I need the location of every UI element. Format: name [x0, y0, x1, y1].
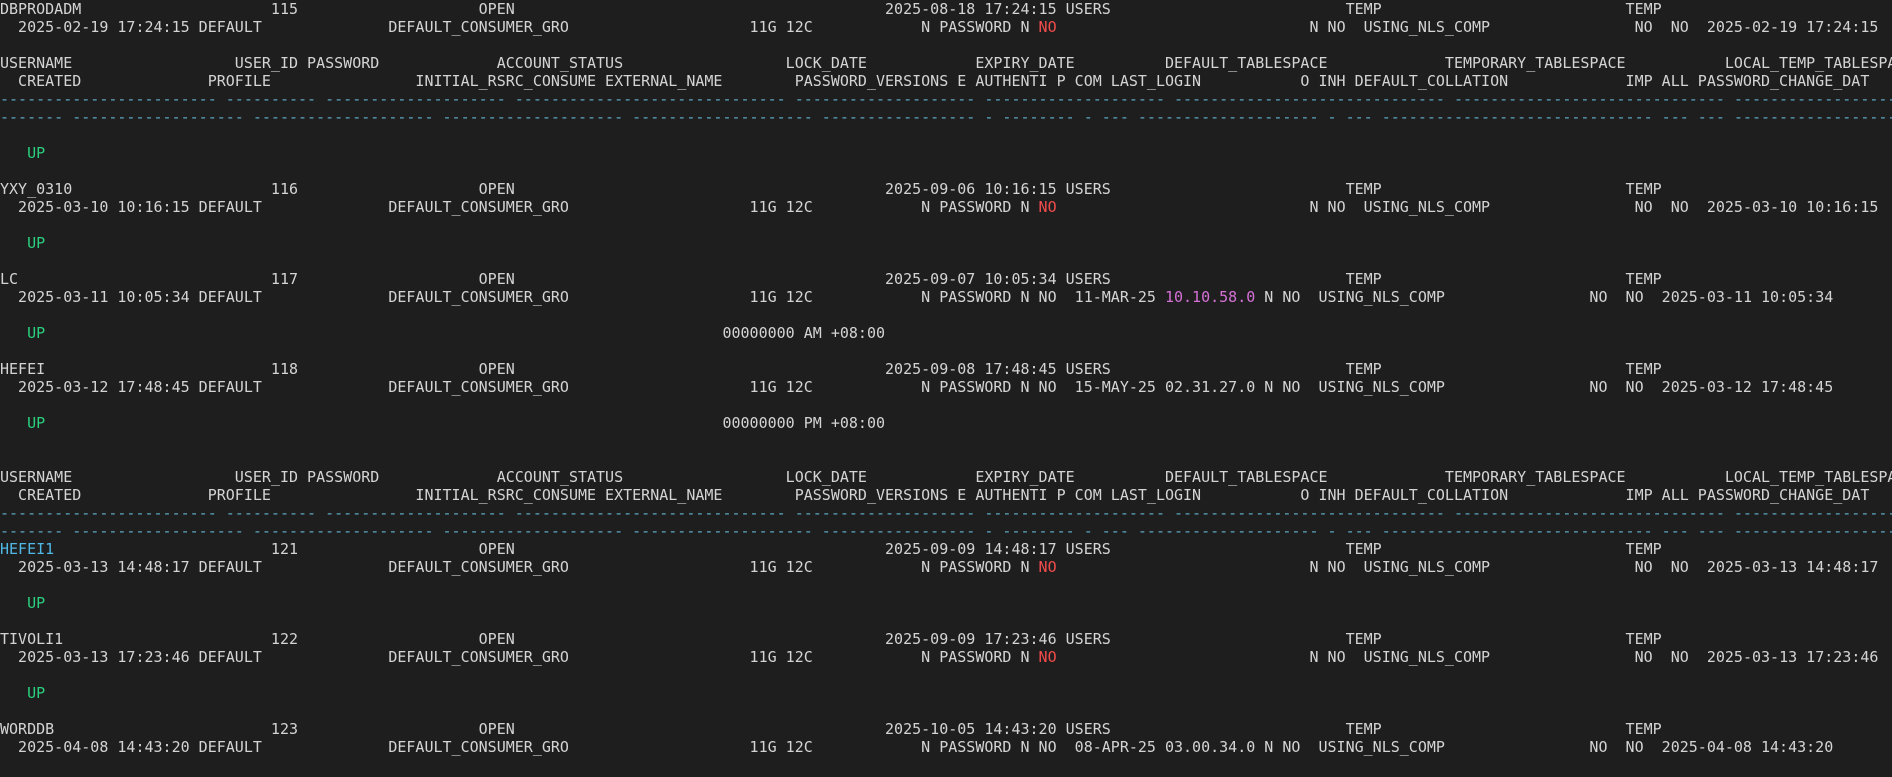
terminal-text: TIVOLI1 122 OPEN 2025-09-09 17:23:46 USE… — [0, 630, 1662, 648]
terminal-output[interactable]: DBPRODADM 115 OPEN 2025-08-18 17:24:15 U… — [0, 0, 1892, 777]
terminal-text: CREATED PROFILE INITIAL_RSRC_CONSUME EXT… — [0, 486, 1870, 504]
highlight-text-green: UP — [27, 594, 46, 612]
terminal-line: 2025-03-13 17:23:46 DEFAULT DEFAULT_CONS… — [0, 648, 1892, 666]
highlight-text-red: NO — [1038, 558, 1057, 576]
terminal-line: 2025-02-19 17:24:15 DEFAULT DEFAULT_CONS… — [0, 18, 1892, 36]
terminal-text: 2025-03-11 10:05:34 DEFAULT DEFAULT_CONS… — [0, 288, 1165, 306]
terminal-line: YXY_0310 116 OPEN 2025-09-06 10:16:15 US… — [0, 180, 1892, 198]
terminal-line: LC 117 OPEN 2025-09-07 10:05:34 USERS TE… — [0, 270, 1892, 288]
terminal-text: HEFEI 118 OPEN 2025-09-08 17:48:45 USERS… — [0, 360, 1662, 378]
terminal-line: 2025-03-11 10:05:34 DEFAULT DEFAULT_CONS… — [0, 288, 1892, 306]
terminal-line: USERNAME USER_ID PASSWORD ACCOUNT_STATUS… — [0, 468, 1892, 486]
terminal-line: HEFEI 118 OPEN 2025-09-08 17:48:45 USERS… — [0, 360, 1892, 378]
terminal-text: 2025-04-08 14:43:20 DEFAULT DEFAULT_CONS… — [0, 738, 1834, 756]
terminal-line: DBPRODADM 115 OPEN 2025-08-18 17:24:15 U… — [0, 0, 1892, 18]
highlight-text-green: UP — [27, 324, 46, 342]
terminal-line: USERNAME USER_ID PASSWORD ACCOUNT_STATUS… — [0, 54, 1892, 72]
terminal-text: 2025-03-13 14:48:17 DEFAULT DEFAULT_CONS… — [0, 558, 1039, 576]
terminal-line: ------- ------------------- ------------… — [0, 522, 1892, 540]
highlight-text-dash: ------------------------ ---------- ----… — [0, 90, 1892, 108]
terminal-text: 2025-02-19 17:24:15 DEFAULT DEFAULT_CONS… — [0, 18, 1039, 36]
highlight-text-green: UP — [27, 414, 46, 432]
terminal-line: TIVOLI1 122 OPEN 2025-09-09 17:23:46 USE… — [0, 630, 1892, 648]
terminal-line: UP — [0, 234, 1892, 252]
highlight-text-cyan: HEFEI1 — [0, 540, 55, 558]
terminal-line: UP — [0, 144, 1892, 162]
terminal-text: CREATED PROFILE INITIAL_RSRC_CONSUME EXT… — [0, 72, 1870, 90]
terminal-text: N NO USING_NLS_COMP NO NO 2025-03-11 10:… — [1255, 288, 1834, 306]
terminal-line: 2025-03-12 17:48:45 DEFAULT DEFAULT_CONS… — [0, 378, 1892, 396]
terminal-text: DBPRODADM 115 OPEN 2025-08-18 17:24:15 U… — [0, 0, 1662, 18]
highlight-text-green: UP — [27, 234, 46, 252]
terminal-line: WORDDB 123 OPEN 2025-10-05 14:43:20 USER… — [0, 720, 1892, 738]
terminal-line: ------------------------ ---------- ----… — [0, 90, 1892, 108]
highlight-text-red: NO — [1038, 18, 1057, 36]
terminal-line: 2025-04-08 14:43:20 DEFAULT DEFAULT_CONS… — [0, 738, 1892, 756]
terminal-line: CREATED PROFILE INITIAL_RSRC_CONSUME EXT… — [0, 72, 1892, 90]
highlight-text-magenta: 10.10.58.0 — [1164, 288, 1256, 306]
terminal-line: ------- ------------------- ------------… — [0, 108, 1892, 126]
highlight-text-green: UP — [27, 684, 46, 702]
terminal-text: 00000000 PM +08:00 — [45, 414, 886, 432]
highlight-text-green: UP — [27, 144, 46, 162]
terminal-text: LC 117 OPEN 2025-09-07 10:05:34 USERS TE… — [0, 270, 1662, 288]
terminal-text: 2025-03-13 17:23:46 DEFAULT DEFAULT_CONS… — [0, 648, 1039, 666]
highlight-text-red: NO — [1038, 648, 1057, 666]
highlight-text-dash: ------- ------------------- ------------… — [0, 108, 1892, 126]
terminal-text: 2025-03-12 17:48:45 DEFAULT DEFAULT_CONS… — [0, 378, 1834, 396]
terminal-line: UP — [0, 684, 1892, 702]
terminal-line: 2025-03-10 10:16:15 DEFAULT DEFAULT_CONS… — [0, 198, 1892, 216]
terminal-line: HEFEI1 121 OPEN 2025-09-09 14:48:17 USER… — [0, 540, 1892, 558]
terminal-line: ------------------------ ---------- ----… — [0, 504, 1892, 522]
terminal-line: UP 00000000 AM +08:00 — [0, 324, 1892, 342]
highlight-text-dash: ------------------------ ---------- ----… — [0, 504, 1892, 522]
terminal-line: CREATED PROFILE INITIAL_RSRC_CONSUME EXT… — [0, 486, 1892, 504]
terminal-text: USERNAME USER_ID PASSWORD ACCOUNT_STATUS… — [0, 468, 1892, 486]
terminal-text: N NO USING_NLS_COMP NO NO 2025-03-13 14:… — [1056, 558, 1879, 576]
terminal-text: N NO USING_NLS_COMP NO NO 2025-03-13 17:… — [1056, 648, 1879, 666]
terminal-text: 121 OPEN 2025-09-09 14:48:17 USERS TEMP … — [54, 540, 1662, 558]
terminal-text: WORDDB 123 OPEN 2025-10-05 14:43:20 USER… — [0, 720, 1662, 738]
terminal-text: 00000000 AM +08:00 — [45, 324, 886, 342]
terminal-line: UP 00000000 PM +08:00 — [0, 414, 1892, 432]
terminal-line: UP — [0, 594, 1892, 612]
terminal-text: N NO USING_NLS_COMP NO NO 2025-02-19 17:… — [1056, 18, 1879, 36]
terminal-text: 2025-03-10 10:16:15 DEFAULT DEFAULT_CONS… — [0, 198, 1039, 216]
terminal-text: YXY_0310 116 OPEN 2025-09-06 10:16:15 US… — [0, 180, 1662, 198]
terminal-text: USERNAME USER_ID PASSWORD ACCOUNT_STATUS… — [0, 54, 1892, 72]
highlight-text-red: NO — [1038, 198, 1057, 216]
highlight-text-dash: ------- ------------------- ------------… — [0, 522, 1892, 540]
terminal-line: 2025-03-13 14:48:17 DEFAULT DEFAULT_CONS… — [0, 558, 1892, 576]
terminal-text: N NO USING_NLS_COMP NO NO 2025-03-10 10:… — [1056, 198, 1879, 216]
